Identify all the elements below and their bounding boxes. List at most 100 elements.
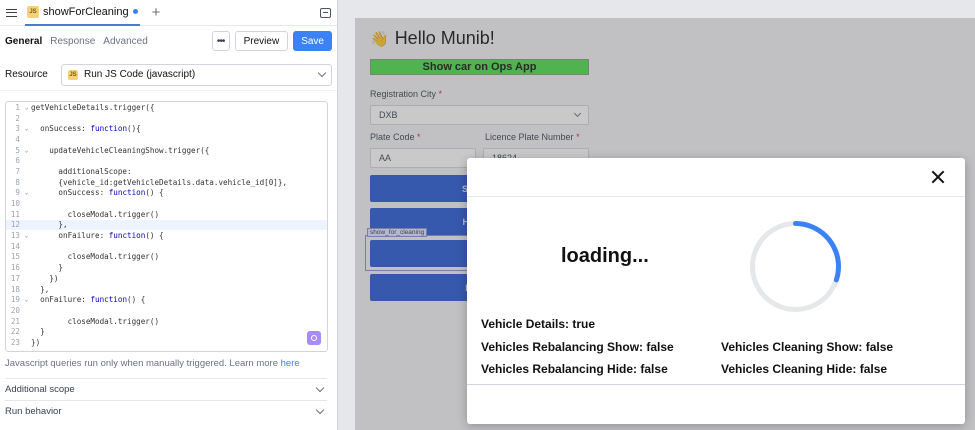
line-number: 5 (15, 145, 20, 155)
code-text: additionalScope: (31, 166, 132, 176)
tab-advanced[interactable]: Advanced (103, 36, 147, 47)
query-tab-label: showForCleaning (43, 5, 129, 18)
section-label: Additional scope (5, 384, 75, 395)
tab-response[interactable]: Response (50, 36, 95, 47)
code-line[interactable]: 3 ⌄ onSuccess: function(){ (6, 123, 327, 134)
line-number: 10 (10, 199, 20, 209)
js-icon: JS (27, 5, 39, 18)
trigger-note-text: Javascript queries run only when manuall… (5, 358, 281, 369)
code-text: {vehicle_id:getVehicleDetails.data.vehic… (31, 177, 288, 187)
code-text: updateVehicleCleaningShow.trigger({ (31, 145, 210, 155)
preview-button[interactable]: Preview (234, 31, 289, 51)
fold-icon[interactable]: ⌄ (22, 232, 31, 239)
add-query-icon[interactable]: + (152, 5, 161, 20)
code-text: onSuccess: function() { (31, 188, 164, 198)
unsaved-dot-icon (132, 9, 138, 14)
code-editor[interactable]: 1 ⌄ getVehicleDetails.trigger({2 3 ⌄ onSucce… (5, 101, 328, 352)
cleaning-show-status: Vehicles Cleaning Show: false (721, 340, 894, 354)
code-line[interactable]: 19 ⌄ onFailure: function() { (6, 294, 327, 305)
line-number: 8 (15, 177, 20, 187)
code-line[interactable]: 18 }, (6, 284, 327, 295)
loading-modal: loading... Vehicle Details: true Vehicle… (467, 158, 965, 424)
code-line[interactable]: 10 (6, 198, 327, 209)
code-line[interactable]: 23}) (6, 337, 327, 348)
code-line[interactable]: 11 closeModal.trigger() (6, 209, 327, 220)
code-line[interactable]: 15 closeModal.trigger() (6, 252, 327, 263)
code-text: }) (31, 273, 59, 283)
rebalancing-show-status: Vehicles Rebalancing Show: false (481, 340, 674, 354)
line-number: 13 (10, 231, 20, 241)
code-text: getVehicleDetails.trigger({ (31, 102, 155, 112)
ai-assist-icon[interactable] (307, 331, 321, 345)
code-line[interactable]: 5 ⌄ updateVehicleCleaningShow.trigger({ (6, 145, 327, 156)
line-number: 1 (15, 102, 20, 112)
resource-label: Resource (5, 69, 48, 80)
line-number: 22 (10, 327, 20, 337)
cleaning-hide-status: Vehicles Cleaning Hide: false (721, 362, 888, 376)
code-line[interactable]: 1 ⌄ getVehicleDetails.trigger({ (6, 102, 327, 113)
code-text: closeModal.trigger() (31, 252, 160, 262)
line-number: 4 (15, 134, 20, 144)
modal-footer-divider (467, 384, 965, 386)
resource-row: Resource JS Run JS Code (javascript) (0, 59, 337, 91)
chevron-down-icon (315, 383, 325, 393)
line-number: 18 (10, 284, 20, 294)
chevron-down-icon (317, 68, 327, 78)
js-icon: JS (68, 69, 78, 80)
code-line[interactable]: 22 } (6, 326, 327, 337)
code-text: }) (31, 337, 41, 347)
menu-icon[interactable] (6, 8, 17, 17)
line-number: 9 (15, 188, 20, 198)
section-run-behavior[interactable]: Run behavior (5, 400, 327, 422)
collapse-panel-icon[interactable] (320, 7, 331, 18)
code-text: closeModal.trigger() (31, 316, 160, 326)
line-number: 21 (10, 316, 20, 326)
close-icon[interactable] (931, 170, 945, 184)
code-text: onFailure: function() { (31, 231, 164, 241)
trigger-note: Javascript queries run only when manuall… (5, 358, 300, 369)
code-line[interactable]: 6 (6, 155, 327, 166)
line-number: 16 (10, 263, 20, 273)
line-number: 11 (10, 209, 20, 219)
code-line[interactable]: 21 closeModal.trigger() (6, 316, 327, 327)
learn-more-link[interactable]: here (281, 358, 300, 369)
code-text: onSuccess: function(){ (31, 124, 141, 134)
code-line[interactable]: 20 (6, 305, 327, 316)
resource-select[interactable]: JS Run JS Code (javascript) (61, 63, 332, 86)
rebalancing-hide-status: Vehicles Rebalancing Hide: false (481, 362, 668, 376)
line-number: 17 (10, 273, 20, 283)
code-line[interactable]: 7 additionalScope: (6, 166, 327, 177)
query-editor-panel: JS showForCleaning + General Response Ad… (0, 0, 338, 430)
code-line[interactable]: 14 (6, 241, 327, 252)
code-line[interactable]: 2 (6, 113, 327, 124)
section-label: Run behavior (5, 406, 62, 417)
fold-icon[interactable]: ⌄ (22, 104, 31, 111)
tab-general[interactable]: General (5, 36, 42, 47)
query-tab-bar: JS showForCleaning + (0, 0, 337, 26)
code-line[interactable]: 17 }) (6, 273, 327, 284)
resource-value: Run JS Code (javascript) (84, 69, 196, 80)
line-number: 6 (15, 156, 20, 166)
line-number: 20 (10, 305, 20, 315)
fold-icon[interactable]: ⌄ (22, 189, 31, 196)
more-options-button[interactable]: ••• (211, 31, 230, 51)
line-number: 2 (15, 113, 20, 123)
query-tab-showforcleaning[interactable]: JS showForCleaning (25, 0, 140, 26)
code-text: }, (31, 284, 50, 294)
code-line[interactable]: 13 ⌄ onFailure: function() { (6, 230, 327, 241)
code-line[interactable]: 9 ⌄ onSuccess: function() { (6, 188, 327, 199)
code-line[interactable]: 8 {vehicle_id:getVehicleDetails.data.veh… (6, 177, 327, 188)
fold-icon[interactable]: ⌄ (22, 147, 31, 154)
section-additional-scope[interactable]: Additional scope (5, 378, 327, 400)
line-number: 23 (10, 337, 20, 347)
loading-spinner (750, 221, 841, 312)
line-number: 3 (15, 124, 20, 134)
code-line[interactable]: 12 }, (6, 219, 327, 231)
code-line[interactable]: 4 (6, 134, 327, 145)
query-subtabs: General Response Advanced ••• Preview Sa… (0, 27, 337, 55)
fold-icon[interactable]: ⌄ (22, 125, 31, 132)
save-button[interactable]: Save (293, 31, 332, 51)
code-line[interactable]: 16 } (6, 262, 327, 273)
fold-icon[interactable]: ⌄ (22, 296, 31, 303)
code-text: } (31, 263, 64, 273)
